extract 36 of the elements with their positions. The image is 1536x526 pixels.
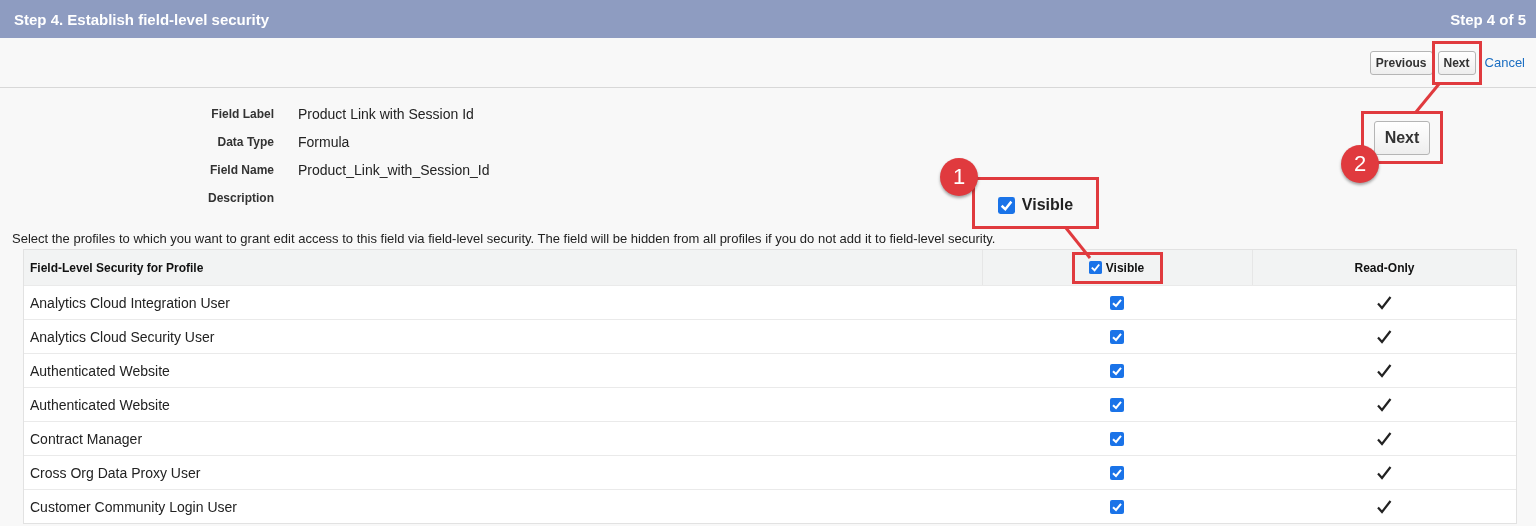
checkbox[interactable] <box>1110 499 1124 514</box>
checkbox[interactable] <box>1110 465 1124 480</box>
wizard-button[interactable]: Previous <box>1369 50 1433 75</box>
field-value: Formula <box>298 134 350 151</box>
field-value: Product Link with Session Id <box>298 106 474 123</box>
wizard-button[interactable]: Next <box>1437 50 1476 75</box>
profile-name: Cross Org Data Proxy User <box>29 464 202 481</box>
field-value: Product_Link_with_Session_Id <box>298 162 490 179</box>
profile-name: Authenticated Website <box>29 396 171 413</box>
checkbox[interactable] <box>1110 431 1124 446</box>
step-badge: 2 <box>1341 145 1379 183</box>
field-label: Field Label <box>210 106 274 123</box>
checkbox[interactable] <box>997 196 1015 214</box>
checkbox[interactable] <box>1110 397 1124 412</box>
field-label: Data Type <box>216 134 274 151</box>
checkbox[interactable] <box>1110 363 1124 378</box>
next-button[interactable]: Next <box>1373 120 1431 155</box>
page-title: Step 4. Establish field-level security <box>14 10 270 28</box>
field-label: Description <box>207 190 274 207</box>
cancel-link[interactable]: Cancel <box>1484 55 1525 70</box>
profile-name: Customer Community Login User <box>29 498 238 515</box>
checkbox[interactable] <box>1088 261 1102 274</box>
instructions-text: Select the profiles to which you want to grant edit access to this field via field-level security. The field will be hidden from all profiles if you do not add it to field-level security. <box>12 231 997 247</box>
step-badge: 1 <box>940 158 978 196</box>
profile-name: Authenticated Website <box>29 362 171 379</box>
column-header: Read-Only <box>1252 250 1516 285</box>
checkbox-label: Visible <box>1021 196 1074 214</box>
checkbox[interactable] <box>1110 329 1124 344</box>
column-header: Field-Level Security for Profile <box>29 259 205 277</box>
checkbox[interactable] <box>1110 295 1124 310</box>
field-label: Field Name <box>208 162 274 179</box>
column-header: Visible <box>1105 260 1145 275</box>
step-indicator: Step 4 of 5 <box>1450 10 1526 28</box>
profile-name: Analytics Cloud Security User <box>29 328 216 345</box>
profile-name: Analytics Cloud Integration User <box>29 294 231 311</box>
profile-name: Contract Manager <box>29 430 144 447</box>
